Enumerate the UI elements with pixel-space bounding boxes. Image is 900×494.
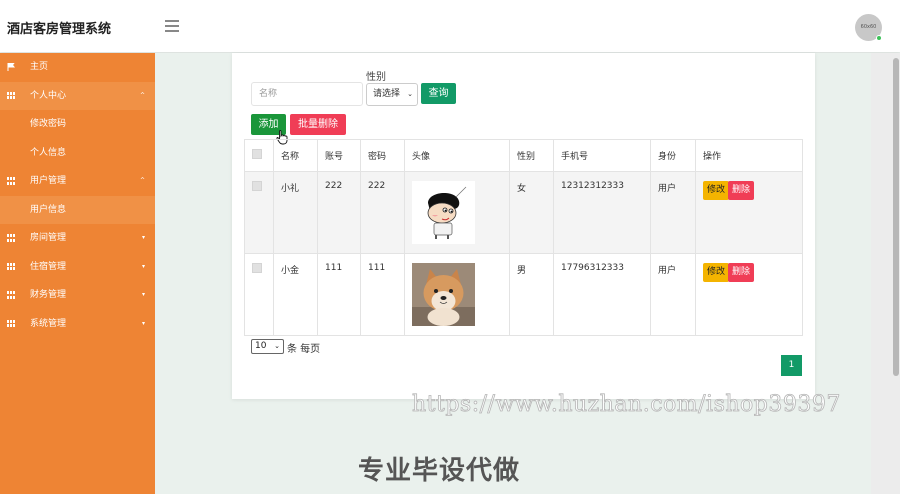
sidebar-item-label: 用户管理 — [30, 176, 67, 186]
top-header: 酒店客房管理系统 60x60 — [0, 0, 900, 52]
sidebar-item-label: 系统管理 — [30, 318, 67, 329]
watermark-text: 专业毕设代做 — [358, 456, 521, 486]
grid-icon — [7, 319, 16, 328]
row-checkbox[interactable] — [252, 181, 262, 191]
sidebar-item-label: 主页 — [30, 62, 49, 72]
scrollbar-thumb[interactable] — [893, 58, 899, 376]
grid-icon — [7, 234, 16, 242]
cell-password: 111 — [360, 253, 405, 336]
cartoon-boy-avatar — [412, 181, 475, 244]
name-search-input[interactable] — [251, 82, 363, 106]
cell-name: 小礼 — [273, 171, 318, 254]
gender-select[interactable]: 请选择 ⌄ — [366, 83, 418, 106]
watermark-url: https://www.huzhan.com/ishop39397 — [412, 392, 841, 418]
column-header-password: 密码 — [360, 139, 405, 172]
user-table: 名称 账号 密码 头像 性别 手机号 身份 操作 小礼 222 222 女 12… — [244, 139, 803, 336]
chevron-down-icon: ▾ — [141, 319, 145, 327]
sidebar-subitem-personal-info[interactable]: 个人信息 — [0, 139, 155, 168]
cell-password: 222 — [360, 171, 405, 254]
app-title: 酒店客房管理系统 — [7, 22, 112, 37]
sidebar-subitem-change-password[interactable]: 修改密码 — [0, 110, 155, 139]
cell-phone: 17796312333 — [553, 253, 651, 336]
chevron-down-icon: ⌄ — [407, 90, 413, 98]
flag-icon — [7, 63, 15, 71]
sidebar-item-stay-management[interactable]: 住宿管理 ▾ — [0, 253, 155, 282]
sidebar-item-room-management[interactable]: 房间管理 ▾ — [0, 224, 155, 253]
cell-gender: 男 — [509, 253, 554, 336]
table-row: 小金 111 111 男 17796312333 用户 修改 删除 — [244, 253, 803, 336]
select-all-checkbox[interactable] — [252, 149, 262, 159]
edit-button[interactable]: 修改 — [703, 263, 730, 282]
column-header-role: 身份 — [650, 139, 696, 172]
sidebar-item-system-management[interactable]: 系统管理 ▾ — [0, 310, 155, 339]
column-header-gender: 性别 — [509, 139, 554, 172]
cell-account: 111 — [317, 253, 361, 336]
chevron-up-icon: ^ — [139, 91, 145, 99]
column-header-name: 名称 — [273, 139, 318, 172]
hamburger-menu-icon[interactable] — [165, 20, 179, 32]
chevron-down-icon: ▾ — [141, 234, 145, 241]
delete-button[interactable]: 删除 — [728, 263, 755, 282]
shiba-dog-avatar — [412, 263, 475, 326]
grid-icon — [7, 262, 16, 271]
sidebar-item-personal-center[interactable]: 个人中心 ^ — [0, 81, 155, 110]
cell-gender: 女 — [509, 171, 554, 254]
grid-icon — [7, 177, 16, 185]
table-header-row: 名称 账号 密码 头像 性别 手机号 身份 操作 — [244, 139, 803, 172]
page-size-value: 10 — [255, 341, 267, 351]
grid-icon — [7, 91, 16, 100]
sidebar-item-user-management[interactable]: 用户管理 ^ — [0, 167, 155, 196]
column-header-actions: 操作 — [695, 139, 803, 172]
sidebar-item-finance-management[interactable]: 财务管理 ▾ — [0, 281, 155, 310]
page-size-select[interactable]: 10 ⌄ — [251, 339, 284, 354]
online-status-dot — [876, 35, 882, 41]
cell-role: 用户 — [650, 253, 696, 336]
gender-label: 性别 — [366, 72, 386, 83]
bulk-delete-button[interactable]: 批量删除 — [290, 114, 346, 135]
row-checkbox[interactable] — [252, 263, 262, 273]
sidebar-item-home[interactable]: 主页 — [0, 53, 155, 82]
column-header-account: 账号 — [317, 139, 361, 172]
chevron-up-icon: ^ — [139, 177, 145, 184]
sidebar: 主页 个人中心 ^ 修改密码 个人信息 用户管理 ^ 用户信息 房间管理 ▾ 住… — [0, 53, 155, 494]
sidebar-item-label: 房间管理 — [30, 233, 67, 243]
cell-name: 小金 — [273, 253, 318, 336]
cell-role: 用户 — [650, 171, 696, 254]
grid-icon — [7, 291, 16, 299]
page-button-current[interactable]: 1 — [781, 355, 802, 376]
chevron-down-icon: ▾ — [141, 291, 145, 298]
edit-button[interactable]: 修改 — [703, 181, 730, 200]
sidebar-item-label: 财务管理 — [30, 290, 67, 300]
gender-select-value: 请选择 — [373, 89, 401, 99]
table-row: 小礼 222 222 女 12312312333 用户 修改 删除 — [244, 171, 803, 254]
cell-phone: 12312312333 — [553, 171, 651, 254]
sidebar-item-label: 住宿管理 — [30, 261, 67, 272]
sidebar-subitem-user-info[interactable]: 用户信息 — [0, 195, 155, 224]
delete-button[interactable]: 删除 — [728, 181, 755, 200]
cell-account: 222 — [317, 171, 361, 254]
query-button[interactable]: 查询 — [421, 83, 456, 104]
column-header-avatar: 头像 — [404, 139, 510, 172]
chevron-down-icon: ⌄ — [274, 342, 280, 350]
per-page-label: 条 每页 — [287, 344, 321, 355]
sidebar-item-label: 个人中心 — [30, 90, 67, 101]
column-header-phone: 手机号 — [553, 139, 651, 172]
chevron-down-icon: ▾ — [141, 262, 145, 270]
